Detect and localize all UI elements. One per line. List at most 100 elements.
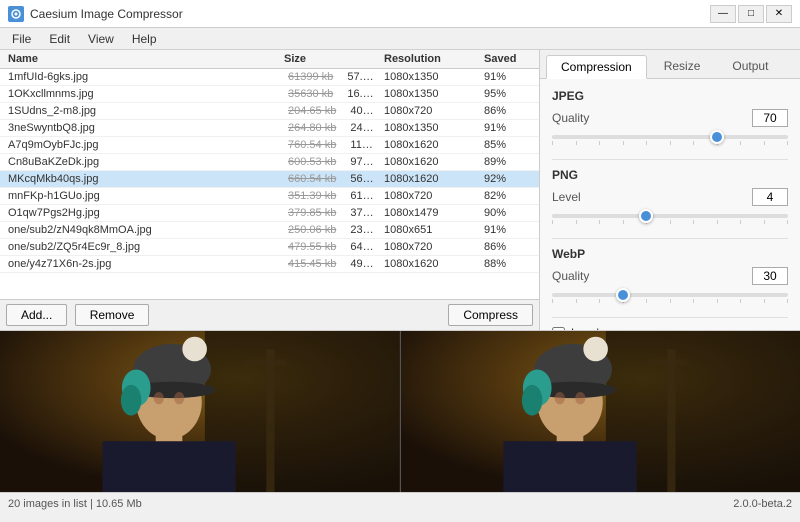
file-size: 660.54 kb 56.40 <box>280 173 380 185</box>
file-saved: 86% <box>480 241 535 253</box>
table-row[interactable]: 1mfUId-6gks.jpg 61399 kb 57.36 1080x1350… <box>0 69 539 86</box>
jpeg-quality-label: Quality <box>552 111 589 125</box>
status-version: 2.0.0-beta.2 <box>733 498 792 510</box>
webp-quality-input[interactable] <box>752 267 788 285</box>
compress-button[interactable]: Compress <box>448 304 533 326</box>
file-name: one/sub2/zN49qk8MmOA.jpg <box>4 224 280 236</box>
original-image <box>0 331 400 492</box>
close-button[interactable]: ✕ <box>766 5 792 23</box>
file-size-old: 415.45 kb <box>284 258 340 270</box>
file-list-header: Name Size Resolution Saved <box>0 50 539 69</box>
jpeg-quality-input[interactable] <box>752 109 788 127</box>
preview-original <box>0 331 401 492</box>
file-resolution: 1080x720 <box>380 241 480 253</box>
file-saved: 88% <box>480 258 535 270</box>
file-resolution: 1080x1620 <box>380 173 480 185</box>
file-size-old: 61399 kb <box>284 71 337 83</box>
file-size-new: 56.40 <box>346 173 380 185</box>
webp-slider-track <box>552 293 788 297</box>
file-size-old: 379.85 kb <box>284 207 340 219</box>
png-slider-ticks <box>552 220 788 224</box>
webp-slider-container[interactable] <box>552 289 788 307</box>
file-saved: 90% <box>480 207 535 219</box>
file-resolution: 1080x720 <box>380 105 480 117</box>
file-name: Cn8uBaKZeDk.jpg <box>4 156 280 168</box>
right-panel: Compression Resize Output JPEG Quality <box>540 50 800 330</box>
file-size-old: 250.06 kb <box>284 224 340 236</box>
file-name: one/sub2/ZQ5r4Ec9r_8.jpg <box>4 241 280 253</box>
col-saved: Saved <box>480 53 535 65</box>
tab-output[interactable]: Output <box>717 54 783 78</box>
add-button[interactable]: Add... <box>6 304 67 326</box>
file-size-old: 351.39 kb <box>284 190 340 202</box>
table-row[interactable]: one/sub2/zN49qk8MmOA.jpg 250.06 kb 23.32… <box>0 222 539 239</box>
menu-help[interactable]: Help <box>124 30 165 48</box>
section-divider-webp <box>552 238 788 239</box>
table-row[interactable]: one/sub2/ZQ5r4Ec9r_8.jpg 479.55 kb 64.26… <box>0 239 539 256</box>
file-size: 351.39 kb 61.93 <box>280 190 380 202</box>
png-level-input[interactable] <box>752 188 788 206</box>
file-size-old: 660.54 kb <box>284 173 340 185</box>
file-size-new: 16.27 <box>343 88 379 100</box>
title-bar-left: Caesium Image Compressor <box>8 6 183 22</box>
remove-button[interactable]: Remove <box>75 304 150 326</box>
menu-view[interactable]: View <box>80 30 122 48</box>
file-size-old: 204.65 kb <box>284 105 340 117</box>
file-name: MKcqMkb40qs.jpg <box>4 173 280 185</box>
table-row[interactable]: A7q9mOybFJc.jpg 760.54 kb 115.98 1080x16… <box>0 137 539 154</box>
jpeg-slider-container[interactable] <box>552 131 788 149</box>
file-size-new: 64.26 <box>346 241 380 253</box>
section-divider-png <box>552 159 788 160</box>
maximize-button[interactable]: □ <box>738 5 764 23</box>
file-size-new: 37.45 <box>346 207 380 219</box>
table-row[interactable]: 1OKxcllmnms.jpg 35630 kb 16.27 1080x1350… <box>0 86 539 103</box>
webp-slider-ticks <box>552 299 788 303</box>
file-size-old: 35630 kb <box>284 88 337 100</box>
file-saved: 89% <box>480 156 535 168</box>
file-name: 3neSwyntbQ8.jpg <box>4 122 280 134</box>
file-size-new: 23.32 <box>346 224 380 236</box>
preview-area <box>0 330 800 492</box>
file-size-new: 61.93 <box>346 190 380 202</box>
file-name: 1mfUId-6gks.jpg <box>4 71 280 83</box>
file-list-scroll[interactable]: 1mfUId-6gks.jpg 61399 kb 57.36 1080x1350… <box>0 69 539 299</box>
file-size: 600.53 kb 97.77 <box>280 156 380 168</box>
tab-resize[interactable]: Resize <box>649 54 716 78</box>
window-controls: — □ ✕ <box>710 5 792 23</box>
menu-file[interactable]: File <box>4 30 39 48</box>
lossless-checkbox[interactable] <box>552 327 565 331</box>
webp-quality-label: Quality <box>552 269 589 283</box>
file-name: one/y4z71X6n-2s.jpg <box>4 258 280 270</box>
tab-compression[interactable]: Compression <box>546 55 647 79</box>
file-size-new: 49.35 <box>346 258 380 270</box>
webp-slider-thumb[interactable] <box>616 288 630 302</box>
file-resolution: 1080x720 <box>380 190 480 202</box>
file-size: 61399 kb 57.36 <box>280 71 380 83</box>
file-size: 250.06 kb 23.32 <box>280 224 380 236</box>
jpeg-section-title: JPEG <box>552 89 788 103</box>
lossless-label[interactable]: Lossless <box>571 326 618 330</box>
menu-edit[interactable]: Edit <box>41 30 78 48</box>
table-row[interactable]: 3neSwyntbQ8.jpg 264.80 kb 24.23 1080x135… <box>0 120 539 137</box>
lossless-checkbox-row: Lossless <box>552 326 788 330</box>
table-row[interactable]: one/y4z71X6n-2s.jpg 415.45 kb 49.35 1080… <box>0 256 539 273</box>
table-row[interactable]: O1qw7Pgs2Hg.jpg 379.85 kb 37.45 1080x147… <box>0 205 539 222</box>
png-level-row: Level <box>552 188 788 206</box>
png-slider-track <box>552 214 788 218</box>
table-row[interactable]: mnFKp-h1GUo.jpg 351.39 kb 61.93 1080x720… <box>0 188 539 205</box>
file-size-new: 97.77 <box>346 156 380 168</box>
file-size-old: 600.53 kb <box>284 156 340 168</box>
file-size: 264.80 kb 24.23 <box>280 122 380 134</box>
minimize-button[interactable]: — <box>710 5 736 23</box>
file-size-old: 264.80 kb <box>284 122 340 134</box>
file-name: A7q9mOybFJc.jpg <box>4 139 280 151</box>
table-row[interactable]: MKcqMkb40qs.jpg 660.54 kb 56.40 1080x162… <box>0 171 539 188</box>
file-size: 415.45 kb 49.35 <box>280 258 380 270</box>
section-divider-checkboxes <box>552 317 788 318</box>
webp-section-title: WebP <box>552 247 788 261</box>
png-slider-container[interactable] <box>552 210 788 228</box>
table-row[interactable]: 1SUdns_2-m8.jpg 204.65 kb 40.33 1080x720… <box>0 103 539 120</box>
table-row[interactable]: Cn8uBaKZeDk.jpg 600.53 kb 97.77 1080x162… <box>0 154 539 171</box>
file-size-new: 40.33 <box>346 105 380 117</box>
file-resolution: 1080x651 <box>380 224 480 236</box>
